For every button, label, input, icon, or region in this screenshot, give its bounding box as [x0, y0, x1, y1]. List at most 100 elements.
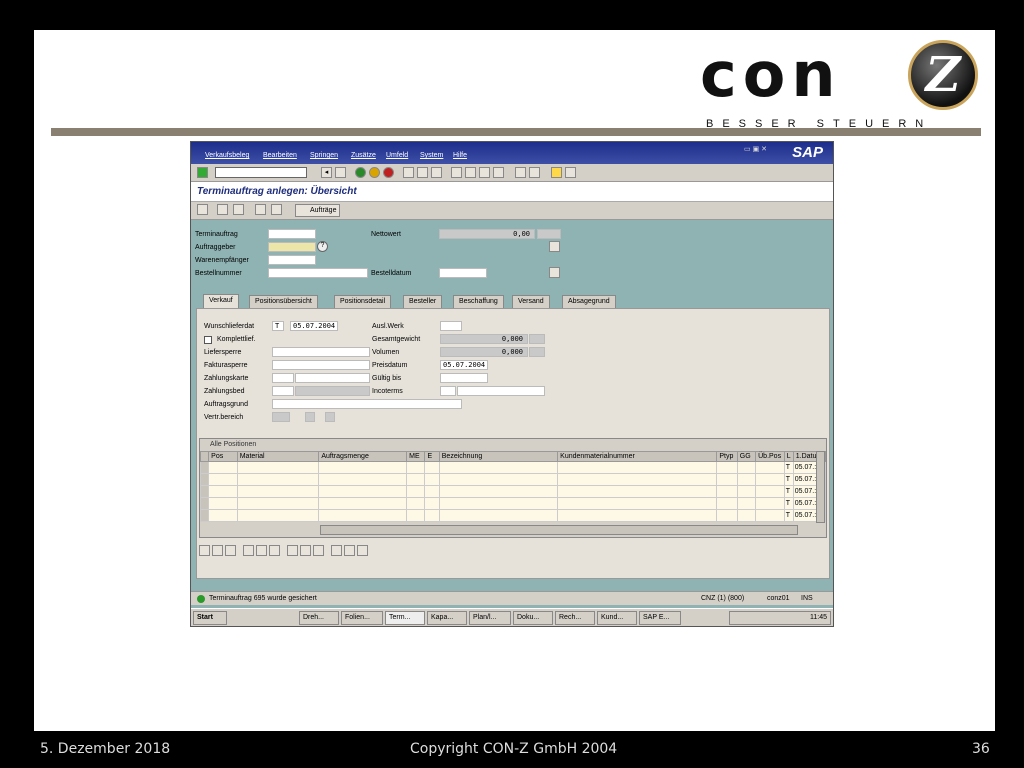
delete-row-icon[interactable] — [225, 545, 236, 556]
tab-positionsuebersicht[interactable]: Positionsübersicht — [249, 295, 318, 308]
col-me[interactable]: ME — [406, 451, 426, 462]
taskbar-item-kund[interactable]: Kund... — [597, 611, 637, 625]
taskbar-item-kapa[interactable]: Kapa... — [427, 611, 467, 625]
layout-menu-icon[interactable] — [565, 167, 576, 178]
table-settings-icon[interactable] — [269, 545, 280, 556]
zahlungskarte-field[interactable] — [272, 373, 294, 383]
availability-icon[interactable] — [331, 545, 342, 556]
menu-umfeld[interactable]: Umfeld — [386, 152, 408, 159]
sold-to-party-icon[interactable] — [233, 204, 244, 215]
taskbar-item-dreh[interactable]: Dreh... — [299, 611, 339, 625]
menu-verkaufsbeleg[interactable]: Verkaufsbeleg — [205, 152, 249, 159]
warenempfaenger-field[interactable] — [268, 255, 316, 265]
col-uebpos[interactable]: Üb.Pos — [755, 451, 785, 462]
select-all-icon[interactable] — [199, 545, 210, 556]
taskbar-item-sap[interactable]: SAP E... — [639, 611, 681, 625]
zahlungsbed-field[interactable] — [272, 386, 294, 396]
fakturasperre-field[interactable] — [272, 360, 370, 370]
tab-versand[interactable]: Versand — [512, 295, 550, 308]
bestelldatum-field[interactable] — [439, 268, 487, 278]
table-row[interactable]: T 05.07.: — [199, 497, 827, 510]
taskbar-item-folien[interactable]: Folien... — [341, 611, 383, 625]
col-pos[interactable]: Pos — [208, 451, 238, 462]
help-icon[interactable] — [551, 167, 562, 178]
menu-zusaetze[interactable]: Zusätze — [351, 152, 376, 159]
first-page-icon[interactable] — [451, 167, 462, 178]
tab-positionsdetail[interactable]: Positionsdetail — [334, 295, 392, 308]
komplettlief-checkbox[interactable] — [204, 336, 212, 344]
taskbar-item-rech[interactable]: Rech... — [555, 611, 595, 625]
terminauftrag-field[interactable] — [268, 229, 316, 239]
liefersperre-field[interactable] — [272, 347, 370, 357]
document-icon[interactable] — [549, 241, 560, 252]
preisdatum-field[interactable]: 05.07.2004 — [440, 360, 488, 370]
menu-hilfe[interactable]: Hilfe — [453, 152, 467, 159]
header-text-icon[interactable] — [549, 267, 560, 278]
vertical-scrollbar[interactable] — [816, 451, 825, 523]
find-icon[interactable] — [417, 167, 428, 178]
col-l[interactable]: L — [783, 451, 794, 462]
col-e[interactable]: E — [424, 451, 440, 462]
next-page-icon[interactable] — [479, 167, 490, 178]
col-bezeichnung[interactable]: Bezeichnung — [438, 451, 559, 462]
new-session-icon[interactable] — [515, 167, 526, 178]
search-help-icon[interactable]: ? — [317, 241, 328, 252]
table-row[interactable]: T 05.07.: — [199, 509, 827, 522]
bestellnummer-field[interactable] — [268, 268, 368, 278]
col-auftragsmenge[interactable]: Auftragsmenge — [318, 451, 408, 462]
incoterms-text-field[interactable] — [457, 386, 545, 396]
command-field[interactable] — [215, 167, 307, 178]
row-selector-header[interactable] — [199, 451, 210, 462]
auftragsgrund-field[interactable] — [272, 399, 462, 409]
back-arrow-icon[interactable]: ◂ — [321, 167, 332, 178]
enter-check-icon[interactable] — [197, 167, 208, 178]
item-conditions-icon[interactable] — [300, 545, 311, 556]
taskbar-item-term[interactable]: Term... — [385, 611, 425, 625]
previous-page-icon[interactable] — [465, 167, 476, 178]
item-details-icon[interactable] — [287, 545, 298, 556]
binoculars-icon[interactable] — [344, 545, 355, 556]
tab-beschaffung[interactable]: Beschaffung — [453, 295, 504, 308]
tab-absagegrund[interactable]: Absagegrund — [562, 295, 616, 308]
incoterms-field[interactable] — [440, 386, 456, 396]
insert-row-icon[interactable] — [243, 545, 254, 556]
last-page-icon[interactable] — [493, 167, 504, 178]
taskbar-item-doku[interactable]: Doku... — [513, 611, 553, 625]
auslwerk-field[interactable] — [440, 321, 462, 331]
col-material[interactable]: Material — [236, 451, 320, 462]
cancel-icon[interactable] — [383, 167, 394, 178]
wunsch-format-field[interactable]: T — [272, 321, 284, 331]
menu-bearbeiten[interactable]: Bearbeiten — [263, 152, 297, 159]
auftraege-button[interactable]: Aufträge — [295, 204, 341, 217]
display-document-flow-icon[interactable] — [197, 204, 208, 215]
auftraggeber-field[interactable] — [268, 242, 316, 252]
configuration-icon[interactable] — [357, 545, 368, 556]
deselect-all-icon[interactable] — [212, 545, 223, 556]
exit-icon[interactable] — [369, 167, 380, 178]
col-gg[interactable]: GG — [736, 451, 757, 462]
pricing-icon[interactable] — [271, 204, 282, 215]
horizontal-scrollbar[interactable] — [320, 525, 798, 535]
taskbar-item-plan[interactable]: Plan/l... — [469, 611, 511, 625]
table-row[interactable]: T 05.07.: — [199, 473, 827, 486]
print-icon[interactable] — [403, 167, 414, 178]
tab-besteller[interactable]: Besteller — [403, 295, 443, 308]
menu-system[interactable]: System — [420, 152, 443, 159]
tab-verkauf[interactable]: Verkauf — [203, 294, 239, 309]
gueltig-bis-field[interactable] — [440, 373, 488, 383]
table-row[interactable]: T 05.07.: — [199, 485, 827, 498]
table-row[interactable]: T 05.07.: — [199, 461, 827, 474]
menu-springen[interactable]: Springen — [310, 152, 338, 159]
header-details-icon[interactable] — [217, 204, 228, 215]
item-schedule-icon[interactable] — [313, 545, 324, 556]
wunschlieferdat-field[interactable]: 05.07.2004 — [290, 321, 338, 331]
col-kundenmaterialnummer[interactable]: Kundenmaterialnummer — [557, 451, 718, 462]
create-with-reference-icon[interactable] — [255, 204, 266, 215]
window-controls-icon[interactable]: ▭ ▣ ✕ — [744, 145, 767, 153]
col-ptyp[interactable]: Ptyp — [716, 451, 738, 462]
shortcut-icon[interactable] — [529, 167, 540, 178]
zahlungskarte-number-field[interactable] — [295, 373, 370, 383]
save-icon[interactable] — [335, 167, 346, 178]
start-button[interactable]: Start — [193, 611, 227, 625]
copy-row-icon[interactable] — [256, 545, 267, 556]
